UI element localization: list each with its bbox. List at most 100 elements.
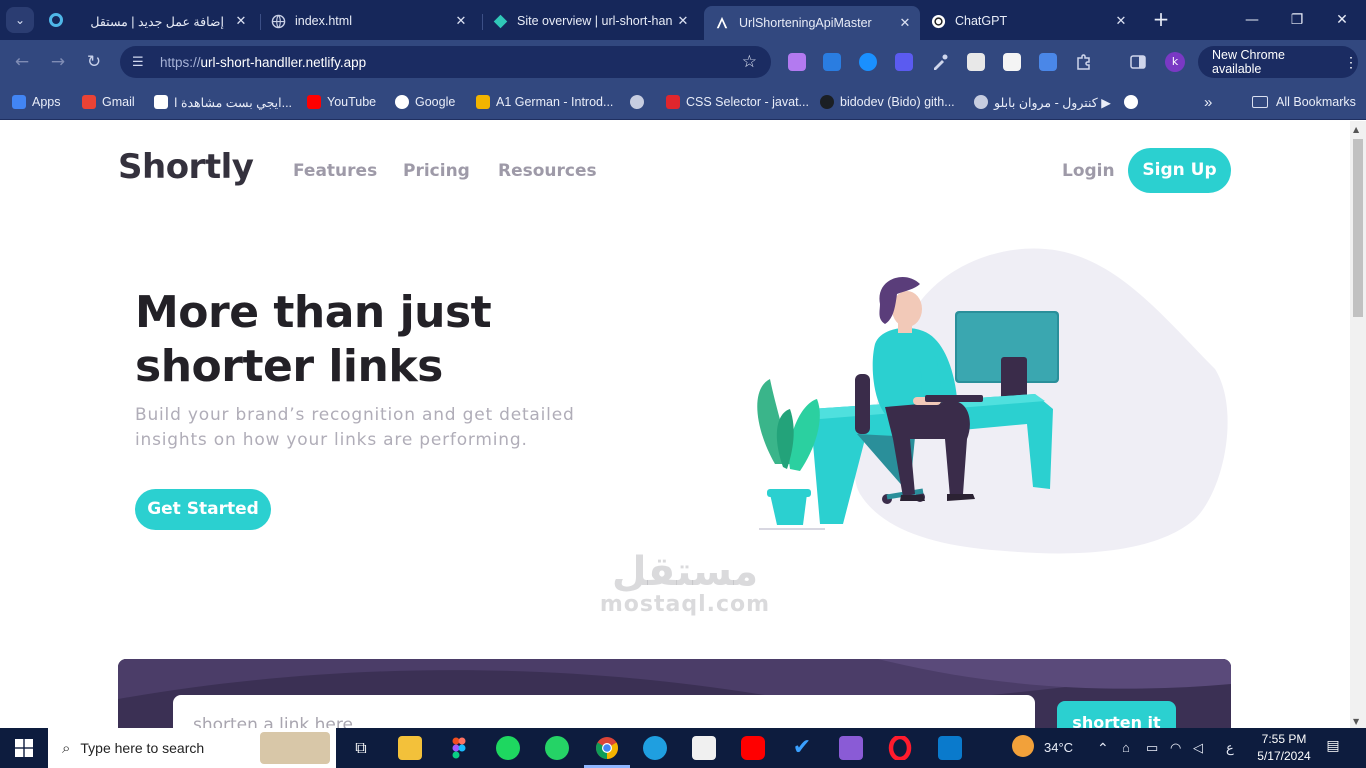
tab-search-button[interactable]: ⌄	[6, 7, 34, 33]
extension-icon[interactable]	[1003, 53, 1021, 71]
bookmark-label: A1 German - Introd...	[496, 95, 614, 109]
bookmark-a1-german[interactable]: A1 German - Introd...	[476, 92, 613, 112]
bookmark-smiley[interactable]	[1124, 92, 1138, 112]
battery-icon[interactable]: ▭	[1146, 728, 1158, 768]
login-link[interactable]: Login	[1062, 161, 1115, 181]
address-url[interactable]: https://url-short-handller.netlify.app	[160, 55, 742, 70]
tab-active-urlshortening[interactable]: UrlShorteningApiMaster ✕	[704, 6, 920, 40]
extension-icon[interactable]	[788, 53, 806, 71]
meet-now-icon[interactable]: ⌂	[1122, 728, 1130, 768]
extension-icon[interactable]	[967, 53, 985, 71]
shorten-link-field[interactable]	[173, 695, 1035, 728]
bookmark-css-selector[interactable]: CSS Selector - javat...	[666, 92, 809, 112]
close-tab-icon[interactable]: ✕	[452, 13, 470, 29]
nav-link-features[interactable]: Features	[293, 161, 377, 181]
extension-icon[interactable]	[895, 53, 913, 71]
reload-icon[interactable]: ↻	[82, 50, 106, 74]
bookmark-star-icon[interactable]: ☆	[742, 52, 757, 72]
globe-icon	[630, 95, 644, 109]
figma-icon[interactable]	[447, 736, 471, 760]
pinned-tab[interactable]	[42, 7, 70, 33]
show-hidden-icons-chevron-icon[interactable]: ⌃	[1097, 728, 1109, 768]
folder-icon	[1252, 96, 1268, 108]
more-bookmarks-chevron-icon[interactable]: »	[1204, 92, 1212, 112]
shorten-link-input[interactable]	[173, 695, 1035, 728]
scroll-up-arrow-icon[interactable]: ▲	[1353, 125, 1359, 134]
nav-link-resources[interactable]: Resources	[498, 161, 597, 181]
translate-icon[interactable]	[1039, 53, 1057, 71]
hero-subtitle: Build your brand’s recognition and get d…	[135, 405, 575, 450]
extension-icon[interactable]	[823, 53, 841, 71]
get-started-button[interactable]: Get Started	[135, 489, 271, 530]
new-tab-button[interactable]: +	[1150, 8, 1172, 32]
clock-date: 5/17/2024	[1257, 749, 1311, 763]
volume-icon[interactable]: ◁	[1193, 728, 1203, 768]
edge-icon[interactable]	[643, 736, 667, 760]
bookmark-egybest[interactable]: ايجي بست مشاهدة ا...	[154, 92, 292, 112]
scrollbar-thumb[interactable]	[1353, 139, 1363, 317]
close-tab-icon[interactable]: ✕	[674, 13, 692, 29]
chatgpt-icon	[930, 13, 946, 29]
vscode-icon[interactable]	[938, 736, 962, 760]
close-tab-icon[interactable]: ✕	[232, 13, 250, 29]
spotify-icon[interactable]	[496, 736, 520, 760]
bookmark-label: CSS Selector - javat...	[686, 95, 809, 109]
side-panel-icon[interactable]	[1129, 53, 1147, 71]
tab-index-html[interactable]: index.html ✕	[270, 6, 476, 36]
close-tab-icon[interactable]: ✕	[896, 15, 914, 31]
profile-avatar[interactable]: k	[1165, 52, 1185, 72]
whatsapp-icon[interactable]	[545, 736, 569, 760]
smiley-icon	[1124, 95, 1138, 109]
tab-chatgpt[interactable]: ChatGPT ✕	[930, 6, 1136, 36]
bookmark-gmail[interactable]: Gmail	[82, 92, 135, 112]
extension-icon[interactable]	[859, 53, 877, 71]
tab-mostaql[interactable]: إضافة عمل جديد | مستقل ✕	[90, 6, 256, 36]
bookmark-google[interactable]: Google	[395, 92, 455, 112]
taskbar-search-box[interactable]: ⌕ Type here to search	[48, 728, 336, 768]
page-scrollbar[interactable]: ▲ ▼	[1350, 121, 1366, 728]
file-explorer-icon[interactable]	[398, 736, 422, 760]
puzzle-extensions-icon[interactable]	[1075, 53, 1093, 71]
bookmark-marwan-pablo[interactable]: كنترول - مروان بابلو ▶	[974, 92, 1111, 112]
opera-icon[interactable]	[888, 734, 912, 762]
weather-temperature[interactable]: 34°C	[1044, 728, 1073, 768]
notifications-icon[interactable]: ▤	[1322, 738, 1344, 758]
restore-button[interactable]: ❐	[1277, 8, 1317, 32]
signup-button[interactable]: Sign Up	[1128, 148, 1231, 193]
a1-german-icon	[476, 95, 490, 109]
browser-tab-bar: ⌄ إضافة عمل جديد | مستقل ✕ index.html ✕ …	[0, 0, 1366, 40]
site-logo[interactable]: Shortly	[118, 147, 254, 187]
taskbar-clock[interactable]: 7:55 PM 5/17/2024	[1250, 731, 1318, 765]
wifi-icon[interactable]: ◠	[1170, 728, 1181, 768]
nav-link-pricing[interactable]: Pricing	[403, 161, 470, 181]
new-chrome-available-button[interactable]: New Chrome available ⋮	[1198, 46, 1358, 78]
address-bar[interactable]: ☰ https://url-short-handller.netlify.app…	[120, 46, 771, 78]
tab-netlify[interactable]: Site overview | url-short-han ✕	[492, 6, 698, 36]
tab-separator	[260, 14, 261, 30]
bookmark-github[interactable]: bidodev (Bido) gith...	[820, 92, 955, 112]
site-info-icon[interactable]: ☰	[132, 55, 148, 70]
back-arrow-icon[interactable]: ←	[10, 50, 34, 74]
color-picker-icon[interactable]	[931, 53, 949, 71]
bookmark-youtube[interactable]: YouTube	[307, 92, 376, 112]
all-bookmarks[interactable]: All Bookmarks	[1252, 92, 1356, 112]
minimize-button[interactable]: —	[1232, 8, 1272, 32]
input-language-indicator[interactable]: ع	[1226, 728, 1234, 768]
bookmark-globe[interactable]	[630, 92, 644, 112]
bookmark-apps[interactable]: Apps	[12, 92, 61, 112]
github-icon	[820, 95, 834, 109]
all-bookmarks-label: All Bookmarks	[1276, 95, 1356, 109]
youtube-app-icon[interactable]	[741, 736, 765, 760]
scroll-down-arrow-icon[interactable]: ▼	[1353, 717, 1359, 726]
chrome-icon[interactable]	[595, 736, 619, 760]
windows-start-button[interactable]	[0, 728, 48, 768]
close-window-button[interactable]: ✕	[1322, 8, 1362, 32]
weather-icon[interactable]	[1012, 735, 1034, 757]
close-tab-icon[interactable]: ✕	[1112, 13, 1130, 29]
visual-studio-icon[interactable]	[839, 736, 863, 760]
shorten-it-button[interactable]: shorten it	[1057, 701, 1176, 728]
todo-check-icon[interactable]: ✔	[790, 736, 814, 760]
microsoft-store-icon[interactable]	[692, 736, 716, 760]
task-view-icon[interactable]: ⧉	[349, 736, 373, 760]
forward-arrow-icon[interactable]: →	[46, 50, 70, 74]
